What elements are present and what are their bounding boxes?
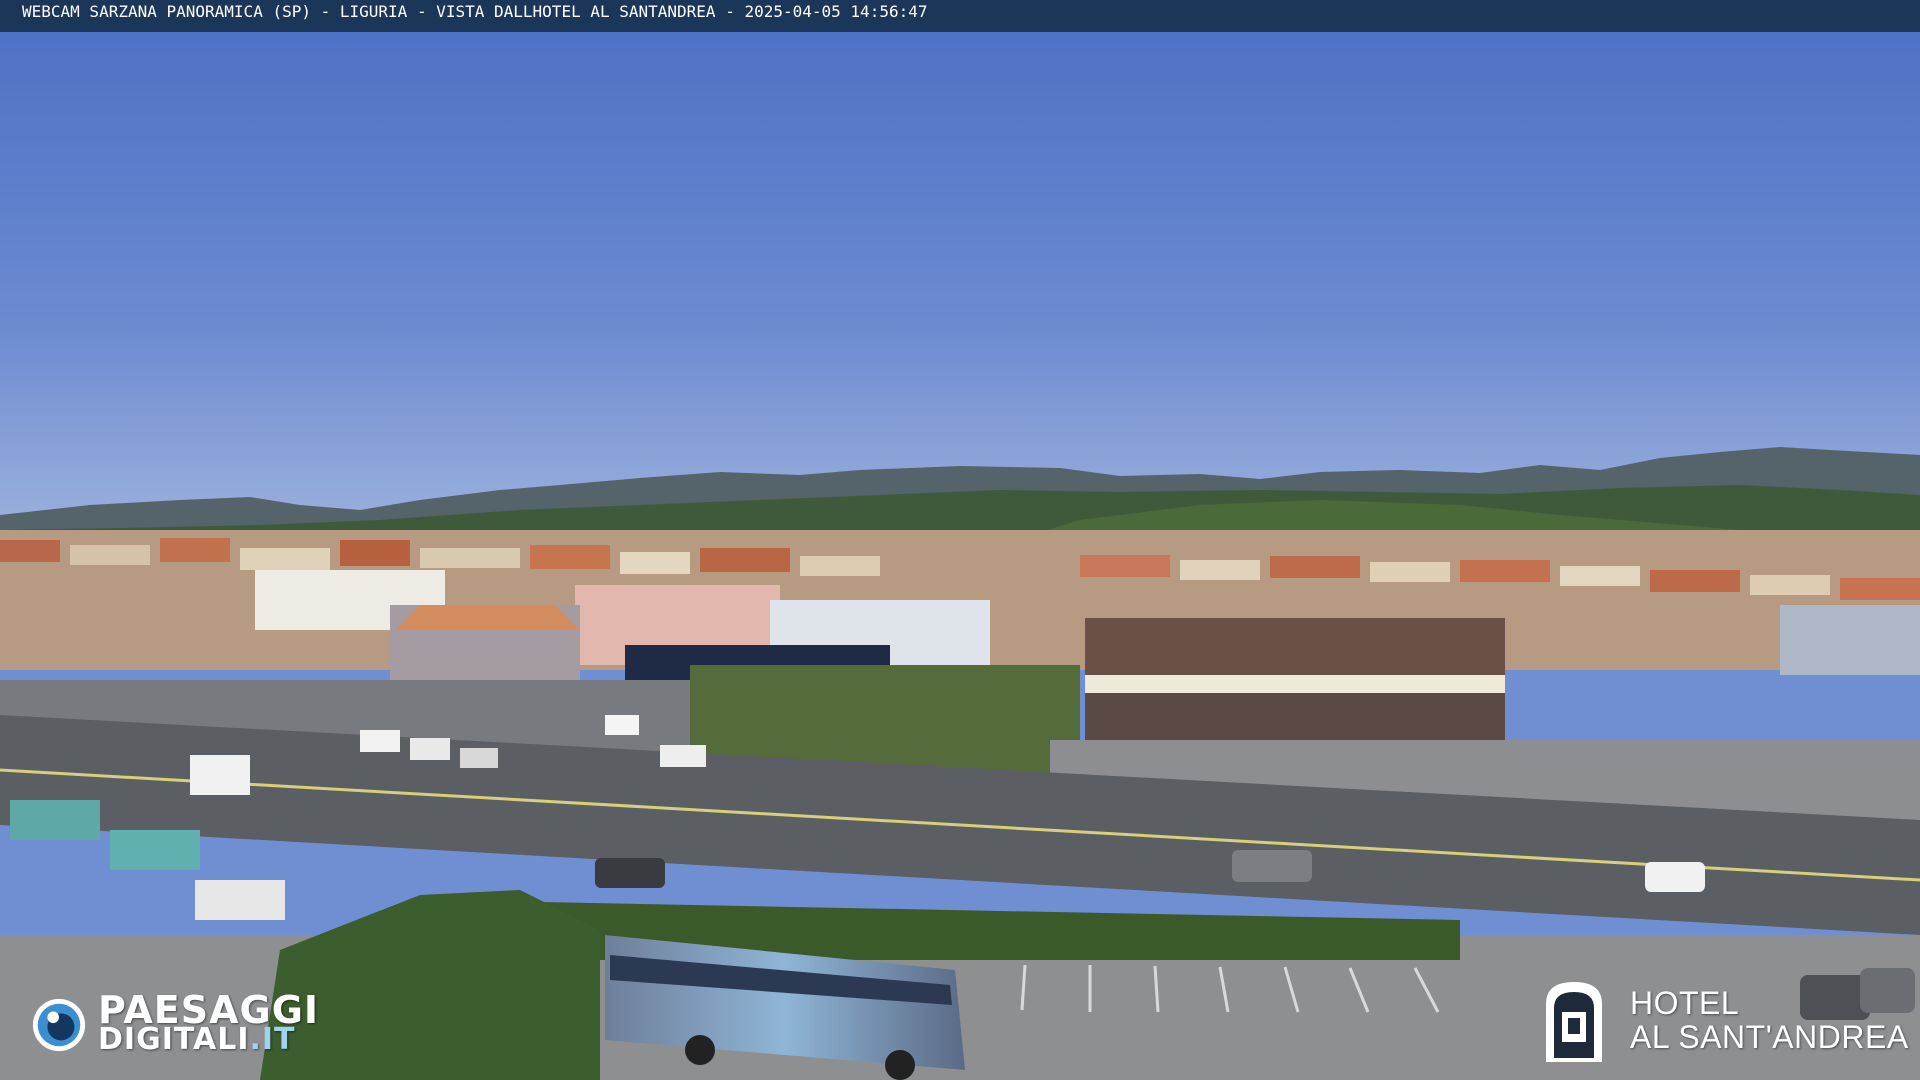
hotel-wordmark: HOTEL AL SANT'ANDREA [1630, 986, 1909, 1054]
hotel-awning [1085, 675, 1505, 693]
webcam-caption-bar: WEBCAM SARZANA PANORAMICA (SP) - LIGURIA… [0, 0, 1920, 32]
logo-line-2-name: DIGITALI [98, 1022, 250, 1057]
car-on-road-left [595, 858, 665, 888]
hotel-logo-line-1: HOTEL [1630, 985, 1740, 1021]
eye-logo-icon [32, 998, 86, 1052]
hotel-logo: HOTEL AL SANT'ANDREA [1540, 975, 1909, 1065]
white-warehouse-right [1780, 605, 1920, 675]
panorama-scene [0, 0, 1920, 1080]
pixelated-building-roof [395, 605, 580, 630]
logo-line-1: PAESAGGI [98, 988, 320, 1032]
paesaggi-digitali-logo: PAESAGGI DIGITALI.IT [30, 990, 319, 1060]
paesaggi-digitali-wordmark: PAESAGGI DIGITALI.IT [98, 988, 320, 1055]
car-on-road-center [1232, 850, 1312, 882]
webcam-caption: WEBCAM SARZANA PANORAMICA (SP) - LIGURIA… [22, 2, 928, 21]
logo-line-2: DIGITALI.IT [98, 1025, 319, 1055]
webcam-frame: WEBCAM SARZANA PANORAMICA (SP) - LIGURIA… [0, 0, 1920, 1080]
hotel-logo-line-2: AL SANT'ANDREA [1630, 1019, 1909, 1055]
hotel-emblem-icon [1546, 982, 1602, 1062]
logo-line-2-tld: .IT [249, 1022, 296, 1057]
sky [0, 0, 1920, 540]
car-on-road-right [1645, 862, 1705, 892]
